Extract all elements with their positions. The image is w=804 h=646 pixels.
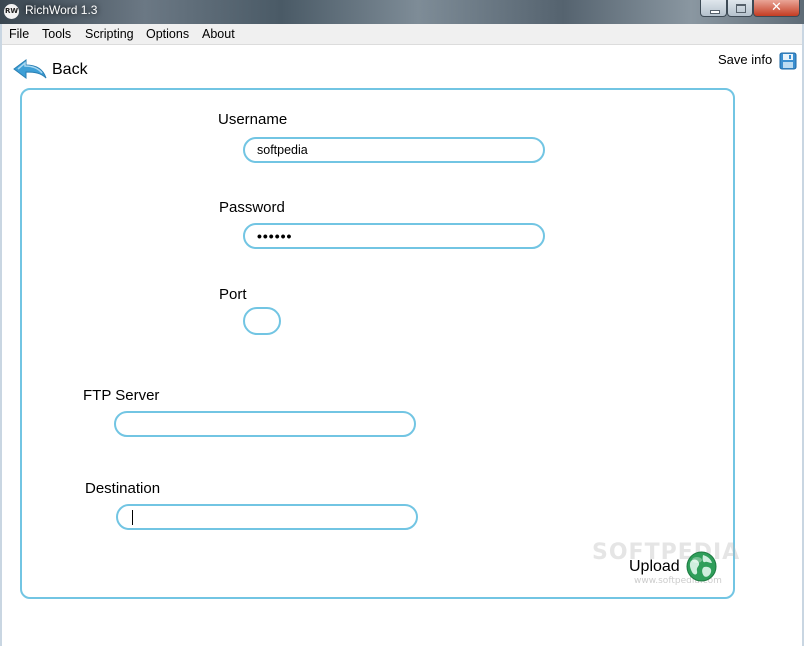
port-input[interactable]: [243, 307, 281, 335]
floppy-disk-icon: [779, 52, 797, 70]
menu-tools[interactable]: Tools: [42, 27, 71, 41]
close-button[interactable]: ✕: [753, 0, 800, 17]
back-label: Back: [52, 61, 88, 78]
window-frame-left: [0, 24, 2, 646]
menu-options[interactable]: Options: [146, 27, 189, 41]
back-arrow-icon: [13, 59, 47, 79]
upload-label: Upload: [629, 558, 680, 575]
password-label: Password: [219, 199, 285, 216]
app-icon: RW: [4, 4, 19, 19]
username-label: Username: [218, 111, 288, 128]
maximize-button[interactable]: [727, 0, 753, 17]
username-input[interactable]: softpedia: [243, 137, 545, 163]
window-title: RichWord 1.3: [25, 3, 98, 17]
text-caret: [132, 510, 133, 525]
menu-about[interactable]: About: [202, 27, 235, 41]
back-button[interactable]: Back: [12, 56, 102, 84]
password-input[interactable]: ••••••: [243, 223, 545, 249]
globe-icon: [686, 551, 717, 582]
upload-button[interactable]: Upload: [626, 548, 718, 582]
ftp-server-label: FTP Server: [83, 387, 160, 404]
app-window: RW RichWord 1.3 ✕ File Tools Scripting O…: [0, 0, 804, 646]
destination-label: Destination: [85, 480, 161, 497]
port-label: Port: [219, 286, 247, 303]
menu-file[interactable]: File: [9, 27, 29, 41]
menu-scripting[interactable]: Scripting: [85, 27, 134, 41]
close-icon: ✕: [771, 0, 782, 15]
ftp-server-input[interactable]: [114, 411, 416, 437]
menu-bar: File Tools Scripting Options About: [0, 24, 804, 45]
title-bar[interactable]: RW RichWord 1.3 ✕: [0, 0, 804, 24]
destination-input[interactable]: [116, 504, 418, 530]
save-info-label: Save info: [718, 52, 773, 67]
minimize-button[interactable]: [700, 0, 727, 17]
save-info-button[interactable]: Save info: [715, 50, 801, 72]
